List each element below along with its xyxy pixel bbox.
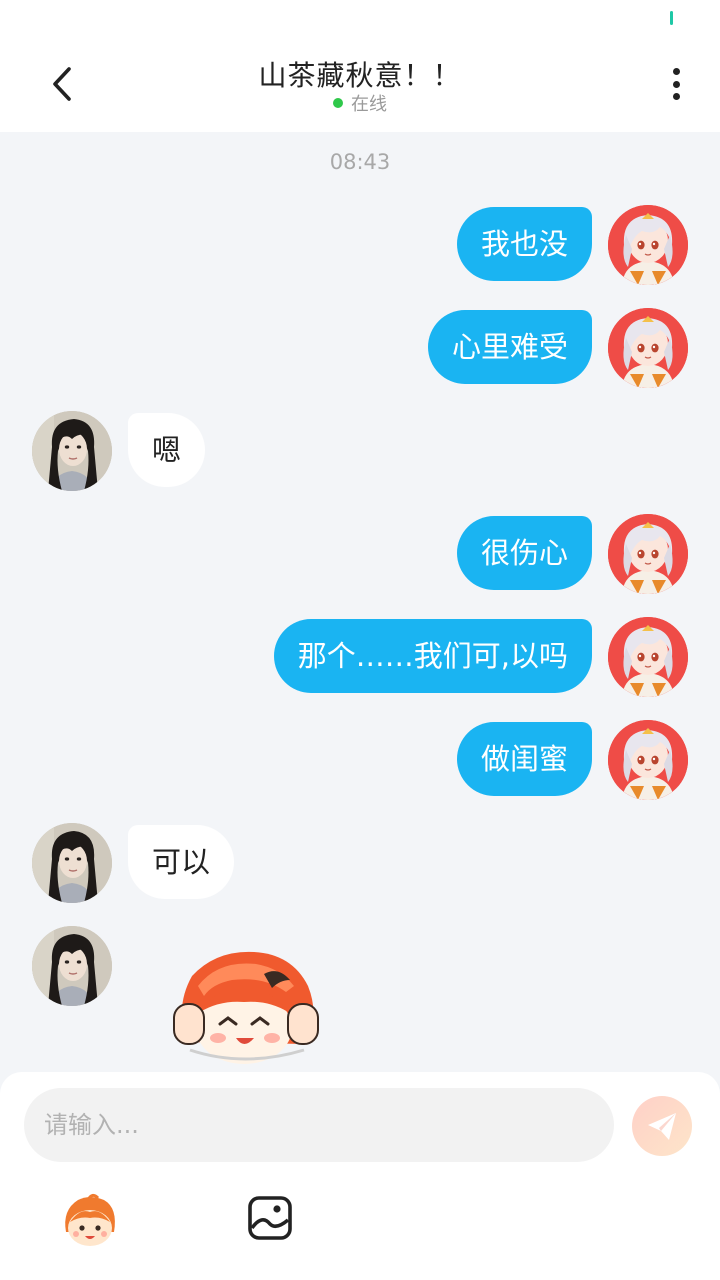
emoji-sticker-button[interactable] (60, 1192, 120, 1248)
my-message-bubble[interactable]: 我也没 (456, 207, 592, 281)
composer-panel: 请输入... (0, 1072, 720, 1280)
cartoon-sticker[interactable] (168, 946, 324, 1070)
my-message-bubble[interactable]: 那个……我们可,以吗 (273, 619, 592, 693)
paper-plane-icon (648, 1113, 676, 1140)
my-avatar[interactable] (608, 205, 688, 285)
message-row: 嗯 (0, 411, 720, 491)
my-avatar[interactable] (608, 617, 688, 697)
message-row: 我也没 (0, 205, 720, 285)
my-message-bubble[interactable]: 做闺蜜 (456, 722, 592, 796)
my-avatar[interactable] (608, 514, 688, 594)
status-bar (0, 0, 720, 36)
send-button[interactable] (632, 1096, 692, 1156)
message-timestamp: 08:43 (329, 150, 391, 174)
image-icon (248, 1196, 292, 1240)
online-dot-icon (333, 98, 343, 108)
message-row: 可以 (0, 823, 720, 903)
message-row: 做闺蜜 (0, 720, 720, 800)
friend-avatar[interactable] (32, 926, 112, 1006)
chat-title: 山茶藏秋意！！ (258, 59, 462, 92)
friend-avatar[interactable] (32, 411, 112, 491)
message-row: 心里难受 (0, 308, 720, 388)
message-row (0, 926, 720, 1006)
my-avatar[interactable] (608, 720, 688, 800)
more-vertical-icon (672, 68, 680, 75)
my-message-bubble[interactable]: 心里难受 (427, 310, 592, 384)
friend-message-bubble[interactable]: 嗯 (128, 413, 206, 487)
status-indicator (670, 11, 673, 25)
my-avatar[interactable] (608, 308, 688, 388)
online-status-label: 在线 (351, 94, 387, 115)
my-message-bubble[interactable]: 很伤心 (456, 516, 592, 590)
message-row: 那个……我们可,以吗 (0, 617, 720, 697)
friend-message-bubble[interactable]: 可以 (128, 825, 235, 899)
more-options-button[interactable] (660, 60, 692, 108)
online-status: 在线 (0, 90, 720, 116)
image-picker-button[interactable] (246, 1194, 294, 1242)
friend-avatar[interactable] (32, 823, 112, 903)
emoji-sticker-icon (65, 1193, 115, 1246)
message-input[interactable]: 请输入... (24, 1088, 614, 1162)
chat-header: 山茶藏秋意！！ 在线 (0, 36, 720, 132)
message-row: 很伤心 (0, 514, 720, 594)
